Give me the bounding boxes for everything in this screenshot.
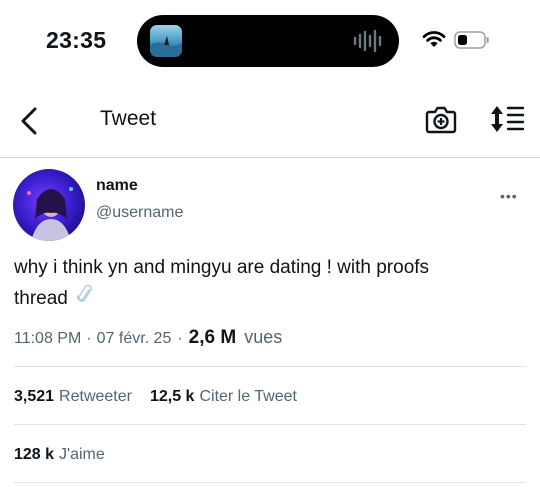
views-label: vues xyxy=(244,327,283,347)
quotes-label: Citer le Tweet xyxy=(199,388,297,405)
quotes-count: 12,5 k xyxy=(149,388,195,405)
avatar[interactable] xyxy=(13,169,85,241)
display-name[interactable]: name xyxy=(96,177,138,195)
quotes-stat[interactable]: 12,5 k Citer le Tweet xyxy=(150,388,297,405)
tweet-text: why i think yn and mingyu are dating ! w… xyxy=(14,252,524,315)
sort-lines-icon[interactable] xyxy=(489,104,525,134)
retweets-label: Retweeter xyxy=(59,388,132,405)
status-bar: 23:35 xyxy=(0,0,540,80)
likes-stats-row: 128 k J'aime xyxy=(14,446,105,464)
divider xyxy=(14,424,526,425)
retweet-stats-row: 3,521 Retweeter 12,5 k Citer le Tweet xyxy=(14,388,297,406)
audio-waveform-icon xyxy=(353,29,383,58)
meta-separator: · xyxy=(177,330,183,347)
wifi-icon xyxy=(422,30,446,53)
tweet-meta: 11:08 PM · 07 févr. 25 · 2,6 M vues xyxy=(14,327,282,349)
meta-separator: · xyxy=(86,330,92,347)
divider xyxy=(14,366,526,367)
nav-bar: Tweet xyxy=(0,82,540,158)
likes-count: 128 k xyxy=(14,446,55,463)
likes-stat[interactable]: 128 k J'aime xyxy=(14,446,105,463)
more-options-icon[interactable]: ••• xyxy=(500,188,518,204)
tweet-text-thread: thread xyxy=(14,288,68,310)
battery-icon xyxy=(454,31,490,54)
dynamic-island[interactable] xyxy=(137,15,399,67)
tweet-text-line: why i think yn and mingyu are dating ! w… xyxy=(14,257,430,278)
tweet-date[interactable]: 07 févr. 25 xyxy=(97,330,172,348)
now-playing-artwork-icon xyxy=(150,25,182,57)
username[interactable]: @username xyxy=(96,204,183,222)
divider xyxy=(14,482,526,483)
status-time: 23:35 xyxy=(46,27,107,53)
tweet-time[interactable]: 11:08 PM xyxy=(14,330,81,348)
likes-label: J'aime xyxy=(59,446,105,463)
tweet-text-line: thread xyxy=(14,283,524,315)
retweets-stat[interactable]: 3,521 Retweeter xyxy=(14,388,132,405)
page-title: Tweet xyxy=(100,107,157,130)
back-chevron-icon[interactable] xyxy=(18,106,42,136)
retweets-count: 3,521 xyxy=(14,388,55,405)
camera-plus-icon[interactable] xyxy=(425,104,457,134)
paperclip-icon xyxy=(77,283,93,315)
views-count: 2,6 M xyxy=(188,327,237,348)
